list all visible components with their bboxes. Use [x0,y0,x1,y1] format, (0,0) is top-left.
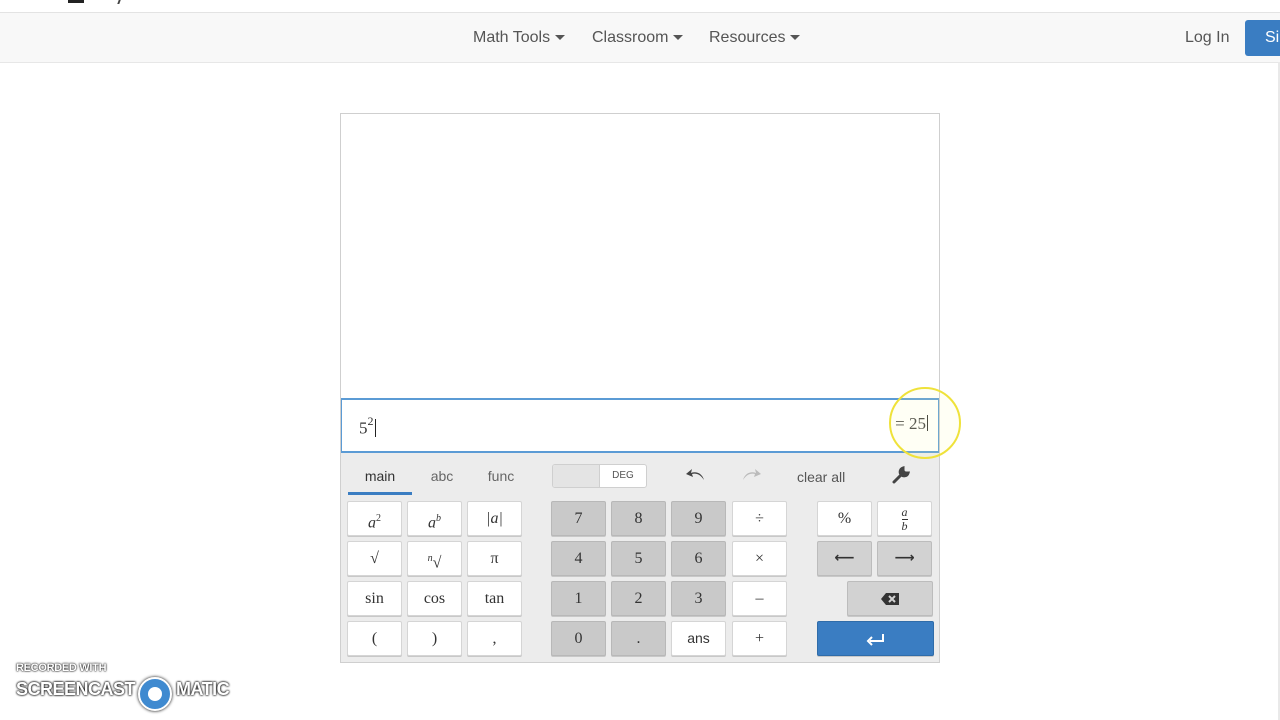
key-power[interactable]: ab [407,501,462,536]
backspace-icon [881,593,899,606]
expression: 52 [359,414,376,439]
undo-button[interactable] [684,465,708,489]
watermark-recorded-with: RECORDED WITH [16,662,107,674]
screencast-logo-icon [138,677,172,711]
key-right-paren[interactable]: ) [407,621,462,656]
cursor-highlight [889,387,961,459]
key-plus[interactable]: + [732,621,787,656]
fraction-numerator: a [901,504,908,519]
nav-resources-label: Resources [709,29,786,46]
logo-fragment-2 [117,0,121,4]
nav-resources[interactable]: Resources [709,13,801,62]
key-4[interactable]: 4 [551,541,606,576]
fraction-denominator: b [901,518,908,533]
wrench-icon [892,465,911,484]
expression-exponent: 2 [367,414,374,428]
calculator-history [341,114,939,398]
nav-classroom-label: Classroom [592,29,669,46]
watermark-left: SCREENCAST [16,679,136,699]
fraction-icon: ab [901,504,908,533]
key-sin[interactable]: sin [347,581,402,616]
key-8[interactable]: 8 [611,501,666,536]
navbar: Math Tools Classroom Resources Log In [0,13,1280,63]
key-cos[interactable]: cos [407,581,462,616]
key-nthroot-symbol: √ [432,554,442,572]
toggle-knob [553,465,600,487]
key-percent[interactable]: % [817,501,872,536]
caret-down-icon [555,35,566,41]
expression-input[interactable]: 52 = 25 [341,398,939,453]
key-ans[interactable]: ans [671,621,726,656]
caret-down-icon [790,35,801,41]
key-dot[interactable]: . [611,621,666,656]
key-fraction[interactable]: ab [877,501,932,536]
key-tan[interactable]: tan [467,581,522,616]
key-square-base: a [368,514,376,532]
key-enter[interactable] [817,621,934,656]
key-1[interactable]: 1 [551,581,606,616]
redo-icon [743,469,761,480]
logo-fragment [68,0,84,3]
key-abs[interactable]: |a| [467,501,522,536]
tab-abc[interactable]: abc [423,465,461,495]
key-nthroot[interactable]: n√ [407,541,462,576]
redo-button[interactable] [739,465,763,489]
text-cursor [374,418,376,437]
key-sqrt[interactable]: √ [347,541,402,576]
expression-base: 5 [359,418,368,438]
key-multiply[interactable]: × [732,541,787,576]
key-left-paren[interactable]: ( [347,621,402,656]
key-5[interactable]: 5 [611,541,666,576]
key-comma[interactable]: , [467,621,522,656]
nav-classroom[interactable]: Classroom [592,13,684,62]
calculator: 52 = 25 main abc func DEG clear all a2 a… [340,113,940,663]
top-strip [0,0,1280,13]
undo-icon [686,469,704,480]
key-left-arrow[interactable]: ⟵ [817,541,872,576]
key-power-exp: b [436,513,441,524]
clear-all-button[interactable]: clear all [797,465,845,489]
tab-main[interactable]: main [348,465,412,495]
key-6[interactable]: 6 [671,541,726,576]
key-square-exp: 2 [376,513,381,524]
key-0[interactable]: 0 [551,621,606,656]
login-link[interactable]: Log In [1185,13,1229,62]
signup-button[interactable]: Si [1245,20,1280,56]
watermark-right: MATIC [176,679,230,699]
key-abs-label: |a| [486,510,503,527]
angle-mode-label: DEG [612,470,634,481]
caret-down-icon [673,35,684,41]
tab-func[interactable]: func [481,465,521,495]
key-3[interactable]: 3 [671,581,726,616]
key-square[interactable]: a2 [347,501,402,536]
key-minus[interactable]: – [732,581,787,616]
key-7[interactable]: 7 [551,501,606,536]
nav-math-tools-label: Math Tools [473,29,551,46]
key-2[interactable]: 2 [611,581,666,616]
key-power-base: a [428,514,436,532]
key-pi[interactable]: π [467,541,522,576]
key-right-arrow[interactable]: ⟶ [877,541,932,576]
angle-mode-toggle[interactable]: DEG [552,464,647,488]
key-9[interactable]: 9 [671,501,726,536]
nav-math-tools[interactable]: Math Tools [473,13,566,62]
key-divide[interactable]: ÷ [732,501,787,536]
enter-icon [866,634,884,647]
settings-button[interactable] [891,465,911,489]
keypad: main abc func DEG clear all a2 ab |a| 7 … [341,453,939,662]
key-backspace[interactable] [847,581,933,616]
